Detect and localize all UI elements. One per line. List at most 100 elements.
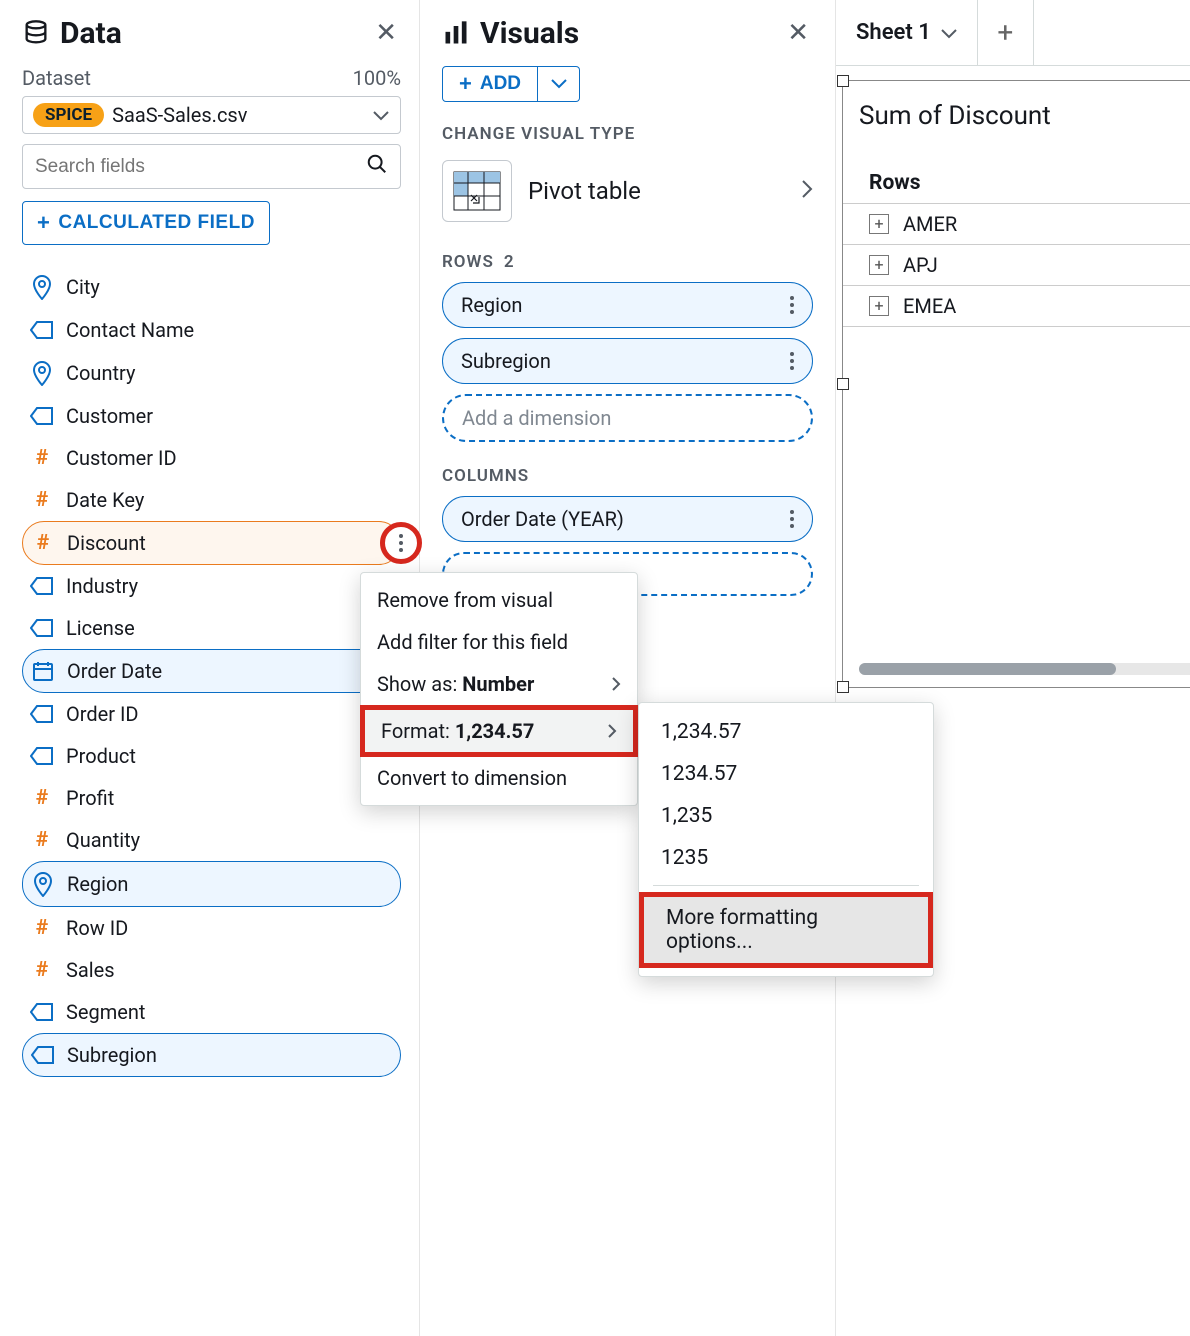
chevron-right-icon bbox=[608, 719, 617, 743]
visual-frame[interactable]: Sum of Discount Rows + AMER + APJ + EMEA bbox=[842, 80, 1190, 688]
more-icon[interactable] bbox=[790, 510, 794, 528]
location-icon bbox=[30, 360, 54, 386]
visual-type-name: Pivot table bbox=[528, 177, 785, 205]
chevron-right-icon bbox=[612, 672, 621, 696]
rows-placeholder[interactable]: Add a dimension bbox=[442, 394, 813, 442]
number-icon: # bbox=[30, 488, 54, 512]
dimension-icon bbox=[30, 320, 54, 340]
format-option[interactable]: 1,235 bbox=[639, 795, 933, 837]
sheet-panel: Sheet 1 + Sum of Discount Rows + AMER bbox=[836, 0, 1190, 1336]
pivot-row[interactable]: + APJ bbox=[843, 245, 1190, 286]
rows-column-header: Rows bbox=[843, 163, 1190, 203]
field-contact-name[interactable]: Contact Name bbox=[22, 309, 401, 351]
horizontal-scrollbar[interactable] bbox=[859, 663, 1190, 675]
format-option[interactable]: 1,234.57 bbox=[639, 711, 933, 753]
plus-icon: + bbox=[37, 212, 50, 234]
chevron-down-icon bbox=[372, 104, 390, 127]
dataset-name: SaaS-Sales.csv bbox=[112, 103, 372, 127]
expand-icon[interactable]: + bbox=[869, 255, 889, 275]
field-license[interactable]: License bbox=[22, 607, 401, 649]
field-label: Customer bbox=[66, 404, 153, 428]
menu-show-as[interactable]: Show as: Number bbox=[361, 663, 637, 705]
pivot-row[interactable]: + AMER bbox=[843, 204, 1190, 245]
expand-icon[interactable]: + bbox=[869, 296, 889, 316]
field-list: City Contact Name Country Customer # Customer… bbox=[22, 265, 401, 1077]
field-subregion[interactable]: Subregion bbox=[22, 1033, 401, 1077]
field-label: Discount bbox=[67, 531, 146, 555]
search-icon[interactable] bbox=[366, 153, 388, 180]
scrollbar-thumb[interactable] bbox=[859, 663, 1116, 675]
add-sheet-button[interactable]: + bbox=[978, 0, 1034, 65]
field-label: Order Date bbox=[67, 659, 162, 683]
menu-add-filter[interactable]: Add filter for this field bbox=[361, 621, 637, 663]
calculated-field-button[interactable]: + CALCULATED FIELD bbox=[22, 201, 270, 245]
field-label: Order ID bbox=[66, 702, 139, 726]
data-panel-title: Data bbox=[60, 16, 122, 51]
sheet-tab[interactable]: Sheet 1 bbox=[836, 0, 978, 65]
field-sales[interactable]: #Sales bbox=[22, 949, 401, 991]
field-segment[interactable]: Segment bbox=[22, 991, 401, 1033]
close-icon[interactable]: ✕ bbox=[783, 14, 813, 52]
expand-icon[interactable]: + bbox=[869, 214, 889, 234]
field-label: Contact Name bbox=[66, 318, 194, 342]
field-label: Segment bbox=[66, 1000, 145, 1024]
row-value: AMER bbox=[903, 212, 957, 236]
menu-remove[interactable]: Remove from visual bbox=[361, 579, 637, 621]
dataset-label: Dataset bbox=[22, 66, 91, 90]
chip-label: Subregion bbox=[461, 349, 551, 373]
resize-handle[interactable] bbox=[837, 75, 849, 87]
field-profit[interactable]: #Profit bbox=[22, 777, 401, 819]
format-submenu: 1,234.57 1234.57 1,235 1235 More formatt… bbox=[638, 702, 934, 977]
field-country[interactable]: Country bbox=[22, 351, 401, 395]
field-order-id[interactable]: Order ID bbox=[22, 693, 401, 735]
field-date-key[interactable]: #Date Key bbox=[22, 479, 401, 521]
format-option[interactable]: 1235 bbox=[639, 837, 933, 879]
pivot-rows: + AMER + APJ + EMEA bbox=[843, 203, 1190, 327]
close-icon[interactable]: ✕ bbox=[371, 14, 401, 52]
column-chip-order-date[interactable]: Order Date (YEAR) bbox=[442, 496, 813, 542]
add-visual-button[interactable]: + ADD bbox=[442, 66, 538, 102]
location-icon bbox=[31, 871, 55, 897]
menu-label: Format: 1,234.57 bbox=[381, 719, 534, 743]
field-customer[interactable]: Customer bbox=[22, 395, 401, 437]
field-options-button[interactable] bbox=[380, 522, 422, 564]
pivot-row[interactable]: + EMEA bbox=[843, 286, 1190, 327]
search-fields[interactable] bbox=[22, 144, 401, 189]
search-input[interactable] bbox=[35, 156, 366, 178]
field-label: Customer ID bbox=[66, 446, 177, 470]
visual-type-selector[interactable]: Pivot table bbox=[442, 154, 813, 228]
field-row-id[interactable]: #Row ID bbox=[22, 907, 401, 949]
row-chip-subregion[interactable]: Subregion bbox=[442, 338, 813, 384]
field-city[interactable]: City bbox=[22, 265, 401, 309]
more-formatting-options[interactable]: More formatting options... bbox=[644, 897, 928, 963]
number-icon: # bbox=[31, 531, 55, 555]
field-label: Region bbox=[67, 872, 128, 896]
menu-label: Convert to dimension bbox=[377, 766, 567, 790]
field-order-date[interactable]: Order Date bbox=[22, 649, 401, 693]
field-discount[interactable]: # Discount bbox=[22, 521, 401, 565]
more-icon[interactable] bbox=[790, 352, 794, 370]
row-chip-region[interactable]: Region bbox=[442, 282, 813, 328]
rows-well-count: 2 bbox=[504, 252, 515, 272]
calculated-field-label: CALCULATED FIELD bbox=[58, 212, 255, 234]
pivot-table-icon bbox=[442, 160, 512, 222]
format-option[interactable]: 1234.57 bbox=[639, 753, 933, 795]
field-customer-id[interactable]: # Customer ID bbox=[22, 437, 401, 479]
add-visual-dropdown[interactable] bbox=[538, 66, 580, 102]
field-region[interactable]: Region bbox=[22, 861, 401, 907]
field-product[interactable]: Product bbox=[22, 735, 401, 777]
menu-format[interactable]: Format: 1,234.57 bbox=[365, 710, 633, 752]
row-value: EMEA bbox=[903, 294, 956, 318]
field-label: Row ID bbox=[66, 916, 128, 940]
chevron-down-icon[interactable] bbox=[941, 20, 957, 45]
more-icon[interactable] bbox=[790, 296, 794, 314]
menu-label: Show as: Number bbox=[377, 672, 534, 696]
dataset-selector[interactable]: SPICE SaaS-Sales.csv bbox=[22, 96, 401, 134]
field-quantity[interactable]: #Quantity bbox=[22, 819, 401, 861]
resize-handle[interactable] bbox=[837, 681, 849, 693]
calendar-icon bbox=[31, 660, 55, 682]
field-industry[interactable]: Industry bbox=[22, 565, 401, 607]
menu-convert-dimension[interactable]: Convert to dimension bbox=[361, 757, 637, 799]
number-icon: # bbox=[30, 446, 54, 470]
resize-handle[interactable] bbox=[837, 378, 849, 390]
